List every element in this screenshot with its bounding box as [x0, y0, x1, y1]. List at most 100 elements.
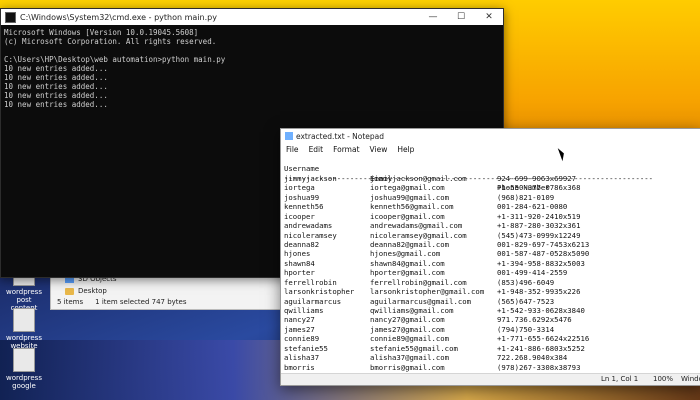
- cmd-line: [4, 46, 500, 55]
- phone-cell: (794)750-3314: [497, 324, 555, 334]
- username-cell: stefanie55: [284, 343, 328, 353]
- notepad-app-icon: [285, 132, 293, 140]
- explorer-item-count: 5 items: [57, 298, 84, 306]
- cmd-title-bar[interactable]: C:\Windows\System32\cmd.exe - python mai…: [1, 9, 503, 25]
- email-cell: connie89@gmail.com: [370, 334, 450, 344]
- desktop-background: wordpress post content wordpress website…: [0, 0, 700, 400]
- desktop-icon-wordpress-website[interactable]: wordpress website: [2, 308, 46, 350]
- email-cell: james27@gmail.com: [370, 324, 445, 334]
- email-cell: kenneth56@gmail.com: [370, 202, 454, 212]
- desktop-icon-label: wordpress google: [6, 374, 42, 390]
- email-cell: ferrellrobin@gmail.com: [370, 277, 467, 287]
- phone-cell: (968)821-0109: [497, 192, 555, 202]
- email-cell: deanna82@gmail.com: [370, 239, 450, 249]
- username-cell: hporter: [284, 268, 315, 278]
- desktop-icon-wordpress-google[interactable]: wordpress google: [2, 348, 46, 390]
- data-row: alisha37 alisha37@gmail.com 722.268.9040x3…: [281, 353, 700, 362]
- cmd-line: C:\Users\HP\Desktop\web automation>pytho…: [4, 55, 226, 64]
- email-cell: iortega@gmail.com: [370, 183, 445, 193]
- menu-help[interactable]: Help: [392, 145, 419, 154]
- data-row: deanna82 deanna82@gmail.com 001-829-697-74…: [281, 240, 700, 249]
- phone-cell: (565)647-7523: [497, 296, 555, 306]
- notepad-title-bar[interactable]: extracted.txt - Notepad: [281, 129, 700, 143]
- email-cell: bmorris@gmail.com: [370, 362, 445, 372]
- username-cell: qwilliams: [284, 306, 324, 315]
- menu-view[interactable]: View: [365, 145, 393, 154]
- email-cell: andrewadams@gmail.com: [370, 221, 463, 231]
- notepad-window[interactable]: extracted.txt - Notepad File Edit Format…: [280, 128, 700, 386]
- data-row: nancy27 nancy27@gmail.com 971.736.6292x547…: [281, 315, 700, 324]
- phone-cell: 001-284-621-0080: [497, 202, 568, 212]
- username-cell: larsonkristopher: [284, 287, 355, 297]
- email-cell: hjones@gmail.com: [370, 249, 441, 259]
- phone-cell: +1-311-920-2410x519: [497, 211, 581, 221]
- maximize-icon[interactable]: ☐: [447, 9, 475, 25]
- cmd-line: 10 new entries added...: [4, 73, 108, 82]
- phone-cell: 001-587-487-0528x5090: [497, 249, 590, 259]
- window-controls: — ☐ ✕: [419, 9, 503, 25]
- phone-cell: 001-829-697-7453x6213: [497, 239, 590, 249]
- phone-cell: +1-948-352-9935x226: [497, 287, 581, 297]
- close-icon[interactable]: ✕: [475, 9, 503, 25]
- username-cell: nancy27: [284, 315, 315, 325]
- menu-file[interactable]: File: [281, 145, 304, 154]
- email-cell: nancy27@gmail.com: [370, 315, 445, 325]
- data-row: jimmyjackson jimmyjackson@gmail.com 924-69…: [281, 174, 700, 183]
- data-row: hjones hjones@gmail.com 001-587-487-0528x5…: [281, 249, 700, 258]
- cmd-line: (c) Microsoft Corporation. All rights re…: [4, 37, 217, 46]
- username-cell: bmorris: [284, 362, 315, 372]
- phone-cell: 722.268.9040x384: [497, 353, 568, 363]
- phone-cell: +1-887-280-3032x361: [497, 221, 581, 231]
- username-cell: joshua99: [284, 192, 320, 202]
- line-ending: Windo: [681, 375, 700, 383]
- phone-cell: +1-394-958-8832x5003: [497, 258, 585, 268]
- username-cell: icooper: [284, 211, 315, 221]
- data-row: nicoleramsey nicoleramsey@gmail.com (545)4…: [281, 231, 700, 240]
- explorer-item-label: Desktop: [78, 287, 107, 295]
- cmd-output[interactable]: Microsoft Windows [Version 10.0.19045.56…: [1, 25, 503, 112]
- username-cell: connie89: [284, 334, 320, 344]
- cmd-app-icon: [5, 11, 16, 23]
- menu-edit[interactable]: Edit: [304, 145, 329, 154]
- minimize-icon[interactable]: —: [419, 9, 447, 25]
- data-row: andrewadams andrewadams@gmail.com +1-887-2…: [281, 221, 700, 230]
- email-cell: qwilliams@gmail.com: [370, 306, 454, 315]
- zoom-level: 100%: [653, 375, 674, 383]
- username-cell: andrewadams: [284, 221, 333, 231]
- explorer-item-desktop[interactable]: Desktop: [51, 285, 306, 297]
- username-cell: ferrellrobin: [284, 277, 337, 287]
- phone-cell: (545)473-0999x12249: [497, 230, 581, 240]
- username-cell: kenneth56: [284, 202, 324, 212]
- email-cell: aguilarmarcus@gmail.com: [370, 296, 472, 306]
- data-row: larsonkristopher larsonkristopher@gmail.c…: [281, 287, 700, 296]
- email-cell: shawn84@gmail.com: [370, 258, 445, 268]
- cmd-line: 10 new entries added...: [4, 82, 108, 91]
- separator-line: ----------------------------------------…: [281, 164, 700, 183]
- data-row: ferrellrobin ferrellrobin@gmail.com (853)4…: [281, 278, 700, 287]
- username-cell: jimmyjackson: [284, 173, 337, 183]
- notepad-text-area[interactable]: Username Email Phone Number ------------…: [281, 155, 700, 373]
- username-cell: hjones: [284, 249, 311, 259]
- folder-icon: [65, 287, 74, 295]
- email-cell: nicoleramsey@gmail.com: [370, 230, 467, 240]
- email-cell: hporter@gmail.com: [370, 268, 445, 278]
- phone-cell: (978)267-3308x38793: [497, 362, 581, 372]
- username-cell: shawn84: [284, 258, 315, 268]
- data-row: connie89 connie89@gmail.com +1-771-655-662…: [281, 334, 700, 343]
- data-row: kenneth56 kenneth56@gmail.com 001-284-621-…: [281, 202, 700, 211]
- data-row: iortega iortega@gmail.com +1-550-377-0786x…: [281, 183, 700, 192]
- data-row: shawn84 shawn84@gmail.com +1-394-958-8832x…: [281, 259, 700, 268]
- phone-cell: 971.736.6292x5476: [497, 315, 572, 325]
- cmd-line: Microsoft Windows [Version 10.0.19045.56…: [4, 28, 199, 37]
- data-row: qwilliams qwilliams@gmail.com +1-542-933-0…: [281, 306, 700, 315]
- cmd-window-title: C:\Windows\System32\cmd.exe - python mai…: [20, 12, 217, 22]
- data-row: joshua99 joshua99@gmail.com (968)821-0109: [281, 193, 700, 202]
- email-cell: stefanie55@gmail.com: [370, 343, 458, 353]
- data-row: icooper icooper@gmail.com +1-311-920-2410x…: [281, 212, 700, 221]
- cursor-position: Ln 1, Col 1: [601, 375, 639, 383]
- phone-cell: +1-542-933-0628x3840: [497, 306, 585, 315]
- cmd-line: 10 new entries added...: [4, 64, 108, 73]
- email-cell: jimmyjackson@gmail.com: [370, 173, 467, 183]
- notepad-status-bar: Ln 1, Col 1 100% Windo: [281, 373, 700, 385]
- menu-format[interactable]: Format: [328, 145, 364, 154]
